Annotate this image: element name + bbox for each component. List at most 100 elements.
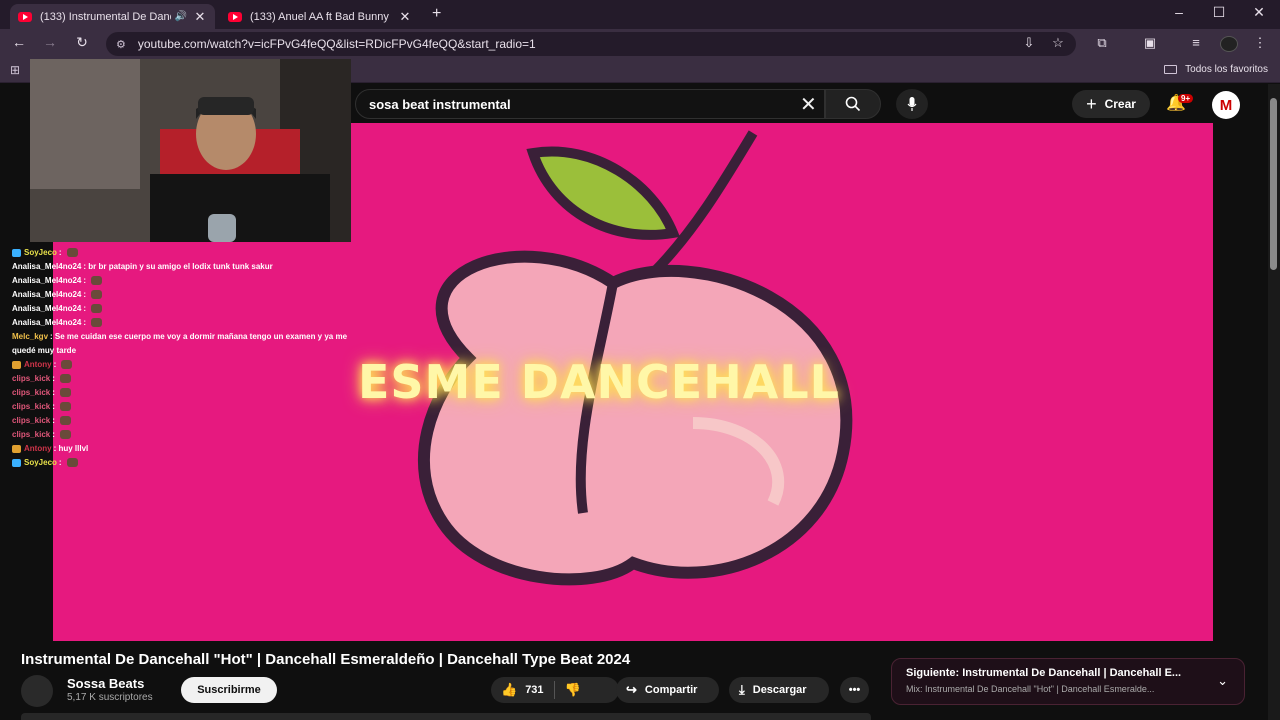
search-input[interactable]: sosa beat instrumental [355,89,825,119]
tab-youtube-instrumental[interactable]: (133) Instrumental De Danc 🔊 ✕ [10,4,215,29]
chat-username: Analisa_Mel4no24 [12,318,82,327]
chat-username: Analisa_Mel4no24 [12,262,82,271]
window-close-icon[interactable]: ✕ [1249,4,1269,21]
like-icon[interactable]: 👍 [501,682,517,698]
up-next-title: Instrumental De Dancehall | Dancehall E.… [962,667,1182,679]
chevron-down-icon[interactable]: ⌄ [1217,673,1228,689]
channel-name[interactable]: Sossa Beats [67,676,144,691]
voice-search-button[interactable] [896,89,928,119]
search-button[interactable] [825,89,881,119]
tab-anuel-aa[interactable]: (133) Anuel AA ft Bad Bunny [L ✕ [220,4,420,29]
chat-username: clips_kick [12,430,51,439]
chat-colon: : [53,360,59,369]
dislike-icon[interactable]: 👎 [565,682,581,698]
chat-username: SoyJeco [24,248,57,257]
chat-message: clips_kick: [12,372,392,386]
browser-tab-bar: (133) Instrumental De Danc 🔊 ✕ (133) Anu… [0,0,1280,29]
chat-emote-icon [60,416,72,426]
subscribe-button[interactable]: Suscribirme [181,677,277,703]
address-toolbar: ← → ↻ ⚙ youtube.com/watch?v=icFPvG4feQQ&… [0,29,1280,59]
chat-emote-icon [66,248,78,258]
chat-username: Analisa_Mel4no24 [12,304,82,313]
download-button[interactable]: ⤓ Descargar [729,677,829,703]
apps-grid-icon[interactable]: ⊞ [10,63,20,77]
youtube-favicon-icon [228,11,242,22]
chat-message: Analisa_Mel4no24: [12,316,392,330]
chat-emote-icon [60,430,72,440]
chat-badge-icon [12,360,21,369]
folder-icon [1164,65,1178,74]
back-icon[interactable]: ← [9,34,29,50]
more-dots-icon: ••• [848,684,861,696]
more-actions-button[interactable]: ••• [840,677,869,703]
extensions-icon[interactable]: ⧉ [1092,35,1112,51]
audio-playing-icon[interactable]: 🔊 [175,11,187,22]
divider [553,681,555,699]
share-icon: ↪ [626,682,637,697]
chat-message: clips_kick: [12,386,392,400]
description-box-edge [21,713,871,720]
bookmark-star-icon[interactable]: ☆ [1048,35,1068,51]
user-avatar[interactable]: M [1212,91,1240,119]
chat-emote-icon [91,276,103,286]
up-next-title-line: Siguiente: Instrumental De Dancehall | D… [906,667,1196,679]
like-count[interactable]: 731 [525,684,543,696]
chat-badge-icon [12,248,21,257]
up-next-panel[interactable]: Siguiente: Instrumental De Dancehall | D… [891,658,1245,705]
chat-message: Analisa_Mel4no24: [12,274,392,288]
all-bookmarks-label: Todos los favoritos [1185,64,1268,75]
reload-icon[interactable]: ↻ [72,34,92,51]
notification-badge: 9+ [1178,94,1194,103]
chat-username: Antony [24,360,52,369]
maximize-icon[interactable]: ☐ [1209,4,1229,21]
chat-badge-icon [12,458,21,467]
chat-colon: : [83,276,89,285]
channel-avatar[interactable] [21,675,53,707]
up-next-mix: Mix: Instrumental De Dancehall "Hot" | D… [906,684,1155,694]
scrollbar-thumb[interactable] [1270,98,1277,270]
stream-chat-overlay: SoyJeco: Analisa_Mel4no24: br br patapin… [12,246,392,470]
chat-username: clips_kick [12,402,51,411]
all-bookmarks-folder[interactable]: Todos los favoritos [1164,64,1268,75]
chat-colon: : [52,416,58,425]
page-scrollbar[interactable] [1268,84,1280,720]
chat-username: Melc_kgv [12,332,49,341]
video-art-title: ESME DANCEHALL [358,355,840,409]
create-button[interactable]: + Crear [1072,90,1150,118]
chat-username: Analisa_Mel4no24 [12,290,82,299]
chat-message: Antony: [12,358,392,372]
share-button[interactable]: ↪ Compartir [616,677,719,703]
chat-message: SoyJeco: [12,246,392,260]
video-title: Instrumental De Dancehall "Hot" | Danceh… [21,651,631,668]
search-input-value: sosa beat instrumental [369,96,511,112]
chat-username: clips_kick [12,416,51,425]
url-bar[interactable]: ⚙ youtube.com/watch?v=icFPvG4feQQ&list=R… [106,32,1076,56]
chat-username: clips_kick [12,388,51,397]
chat-message: clips_kick: [12,414,392,428]
chat-text: Se me cuidan ese cuerpo me voy a dormir … [54,332,348,341]
media-control-icon[interactable]: ▣ [1140,35,1160,51]
profile-avatar[interactable] [1220,36,1238,52]
chat-message: clips_kick: [12,400,392,414]
tab-close-icon[interactable]: ✕ [398,9,412,25]
share-label: Compartir [644,684,698,696]
chat-emote-icon [91,304,103,314]
site-info-icon[interactable]: ⚙ [116,38,126,51]
reading-list-icon[interactable]: ≡ [1186,35,1206,50]
clear-search-icon[interactable]: ✕ [800,92,817,117]
chat-message: Analisa_Mel4no24: [12,302,392,316]
forward-icon[interactable]: → [40,34,60,50]
chat-text: quedé muy tarde [12,346,77,355]
create-label: Crear [1104,97,1136,111]
youtube-favicon-icon [18,11,32,22]
tab-title: (133) Anuel AA ft Bad Bunny [L [250,10,392,23]
new-tab-icon[interactable]: + [432,5,441,23]
search-icon [845,96,861,112]
tab-close-icon[interactable]: ✕ [193,9,207,25]
minimize-icon[interactable]: – [1169,4,1189,20]
menu-dots-icon[interactable]: ⋮ [1250,35,1270,51]
chat-message: quedé muy tarde [12,344,392,358]
chat-emote-icon [91,290,103,300]
webcam-overlay [30,59,351,242]
install-app-icon[interactable]: ⇩ [1019,35,1039,51]
